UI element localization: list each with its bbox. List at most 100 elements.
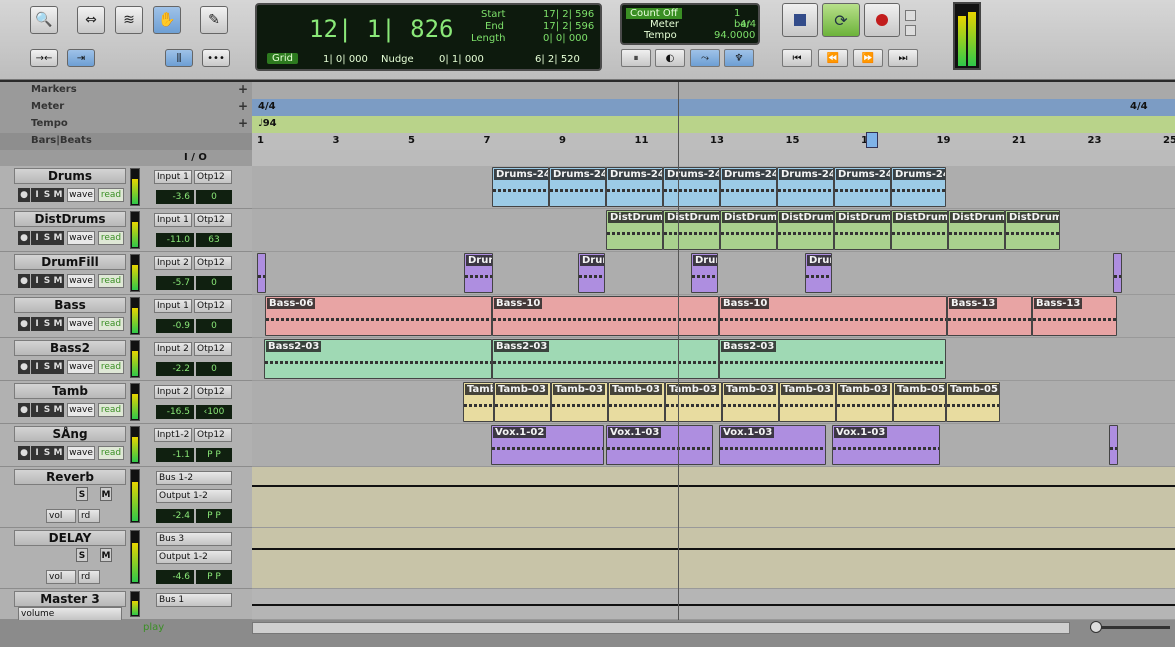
output-selector[interactable]: Otp12 <box>194 385 232 399</box>
shuffle-icon[interactable]: →← <box>30 49 58 67</box>
audio-clip[interactable]: Drum <box>578 253 605 293</box>
tempo-lane[interactable]: ♩94 <box>252 116 1175 133</box>
audio-clip[interactable]: Bass-13 <box>947 296 1032 336</box>
track-playlist[interactable]: Drum Drum Drum Drum <box>252 252 1175 295</box>
aux-mute-button[interactable]: M <box>100 487 112 501</box>
automation-mode[interactable]: read <box>98 360 124 374</box>
audio-clip[interactable]: Tamb <box>463 382 494 422</box>
output-selector[interactable]: Otp12 <box>194 256 232 270</box>
track-header[interactable]: DistDrums ● I S M wave read Input 1 Otp1… <box>0 209 252 252</box>
audio-clip[interactable] <box>1113 253 1122 293</box>
playhead-cursor[interactable] <box>678 82 679 620</box>
audio-clip[interactable]: Tamb-03 <box>722 382 779 422</box>
count-off-button[interactable]: Count Off <box>626 8 682 19</box>
audio-clip[interactable]: Vox.1-03 <box>606 425 713 465</box>
zoom-slider[interactable] <box>1090 626 1170 629</box>
audio-clip[interactable] <box>1109 425 1118 465</box>
aux-solo-button[interactable]: S <box>76 548 88 562</box>
aux-track-header[interactable]: DELAY Bus 3 Output 1-2 S M vol rd -4.6 P … <box>0 528 252 589</box>
automation-line[interactable] <box>252 548 1175 550</box>
aux-automation-mode[interactable]: rd <box>78 509 100 523</box>
aux-automation-lane[interactable] <box>252 589 1175 620</box>
input-selector[interactable]: Input 1 <box>154 213 192 227</box>
view-selector[interactable]: wave <box>67 231 95 245</box>
audio-clip[interactable]: DistDrums <box>720 210 777 250</box>
output-selector[interactable]: Otp12 <box>194 342 232 356</box>
audio-clip[interactable]: DistDrums <box>834 210 891 250</box>
aux-volume-value[interactable]: -4.6 <box>156 570 194 584</box>
aux-output-selector[interactable]: Output 1-2 <box>156 550 232 564</box>
selector-tool-icon[interactable]: ≋ <box>115 6 143 34</box>
slip-icon[interactable]: ⇥ <box>67 49 95 67</box>
pan-value[interactable]: 0 <box>196 319 232 333</box>
audio-clip[interactable]: Tamb-05 <box>946 382 1000 422</box>
end-value[interactable]: 17| 2| 596 <box>543 21 594 32</box>
bars-beats-lane[interactable]: 135791113151719212325 <box>252 133 1175 150</box>
aux-track-header[interactable]: Reverb Bus 1-2 Output 1-2 S M vol rd -2.4… <box>0 467 252 528</box>
fast-forward-icon[interactable]: ⏩ <box>853 49 883 67</box>
track-playlist[interactable]: Vox.1-02 Vox.1-03 Vox.1-03 Vox.1-03 <box>252 424 1175 467</box>
audio-clip[interactable]: DistDrums <box>663 210 720 250</box>
automation-line[interactable] <box>252 485 1175 487</box>
pre-roll-toggle[interactable] <box>905 10 916 21</box>
tempo-mark[interactable]: ♩94 <box>258 118 277 129</box>
input-selector[interactable]: Input 2 <box>154 256 192 270</box>
mute-button[interactable]: M <box>52 274 64 288</box>
markers-ruler-label[interactable]: Markers + <box>0 82 252 99</box>
input-selector[interactable]: Input 2 <box>154 385 192 399</box>
view-selector[interactable]: wave <box>67 188 95 202</box>
pan-value[interactable]: P P <box>196 448 232 462</box>
aux-track-name[interactable]: Reverb <box>14 469 126 485</box>
zoom-slider-handle[interactable] <box>1090 621 1102 633</box>
audio-clip[interactable]: Tamb-05 <box>893 382 946 422</box>
aux-automation-lane[interactable] <box>252 467 1175 528</box>
audio-clip[interactable]: Drums-24 <box>549 167 606 207</box>
post-roll-toggle[interactable] <box>905 25 916 36</box>
record-arm-icon[interactable]: ● <box>18 188 30 202</box>
meter-lane[interactable]: 4/4 4/4 <box>252 99 1175 116</box>
track-playlist[interactable]: DistDrumsDistDrumsDistDrumsDistDrumsDist… <box>252 209 1175 252</box>
audio-clip[interactable]: Drums-24 <box>834 167 891 207</box>
audio-clip[interactable]: Drums-24 <box>720 167 777 207</box>
track-name[interactable]: Drums <box>14 168 126 184</box>
aux-automation-param[interactable]: vol <box>46 570 76 584</box>
pan-value[interactable]: 0 <box>196 362 232 376</box>
length-value[interactable]: 0| 0| 000 <box>543 33 588 44</box>
record-arm-icon[interactable]: ● <box>18 317 30 331</box>
audio-clip[interactable]: Tamb-03 <box>665 382 722 422</box>
track-name[interactable]: Bass2 <box>14 340 126 356</box>
aux-track-header[interactable]: Master 3 Bus 1 volume <box>0 589 252 621</box>
record-arm-icon[interactable]: ● <box>18 446 30 460</box>
grid-value[interactable]: 1| 0| 000 <box>323 54 368 65</box>
bars-beats-ruler-label[interactable]: Bars|Beats <box>0 133 252 150</box>
aux-track-name[interactable]: DELAY <box>14 530 126 546</box>
mute-button[interactable]: M <box>52 446 64 460</box>
pan-value[interactable]: 0 <box>196 276 232 290</box>
audio-clip[interactable]: Drums-24 <box>777 167 834 207</box>
audio-clip[interactable]: Drum <box>805 253 832 293</box>
record-arm-icon[interactable]: ● <box>18 274 30 288</box>
audio-clip[interactable]: Drum <box>691 253 718 293</box>
track-header[interactable]: SÅng ● I S M wave read Inpt1-2 Otp12 -1.… <box>0 424 252 467</box>
automation-mode[interactable]: read <box>98 188 124 202</box>
volume-value[interactable]: -3.6 <box>156 190 194 204</box>
meter-value[interactable]: 4/4 <box>740 19 756 30</box>
audio-clip[interactable]: DistDrums <box>606 210 663 250</box>
automation-mode[interactable]: read <box>98 274 124 288</box>
master-automation-param[interactable]: volume <box>18 607 122 621</box>
track-playlist[interactable]: Bass2-03 Bass2-03 Bass2-03 <box>252 338 1175 381</box>
audio-clip[interactable]: Bass-10 <box>719 296 947 336</box>
output-selector[interactable]: Otp12 <box>194 428 232 442</box>
volume-value[interactable]: -16.5 <box>156 405 194 419</box>
input-selector[interactable]: Input 1 <box>154 299 192 313</box>
view-selector[interactable]: wave <box>67 360 95 374</box>
aux-output-selector[interactable]: Output 1-2 <box>156 489 232 503</box>
tempo-value[interactable]: 94.0000 <box>714 30 755 41</box>
track-header[interactable]: Bass ● I S M wave read Input 1 Otp12 -0.… <box>0 295 252 338</box>
aux-input-selector[interactable]: Bus 1-2 <box>156 471 232 485</box>
audio-clip[interactable]: Bass-10 <box>492 296 719 336</box>
go-to-end-icon[interactable]: ⏭ <box>888 49 918 67</box>
aux-pan-value[interactable]: P P <box>196 509 232 523</box>
view-selector[interactable]: wave <box>67 403 95 417</box>
audio-clip[interactable]: Tamb-03 <box>608 382 665 422</box>
